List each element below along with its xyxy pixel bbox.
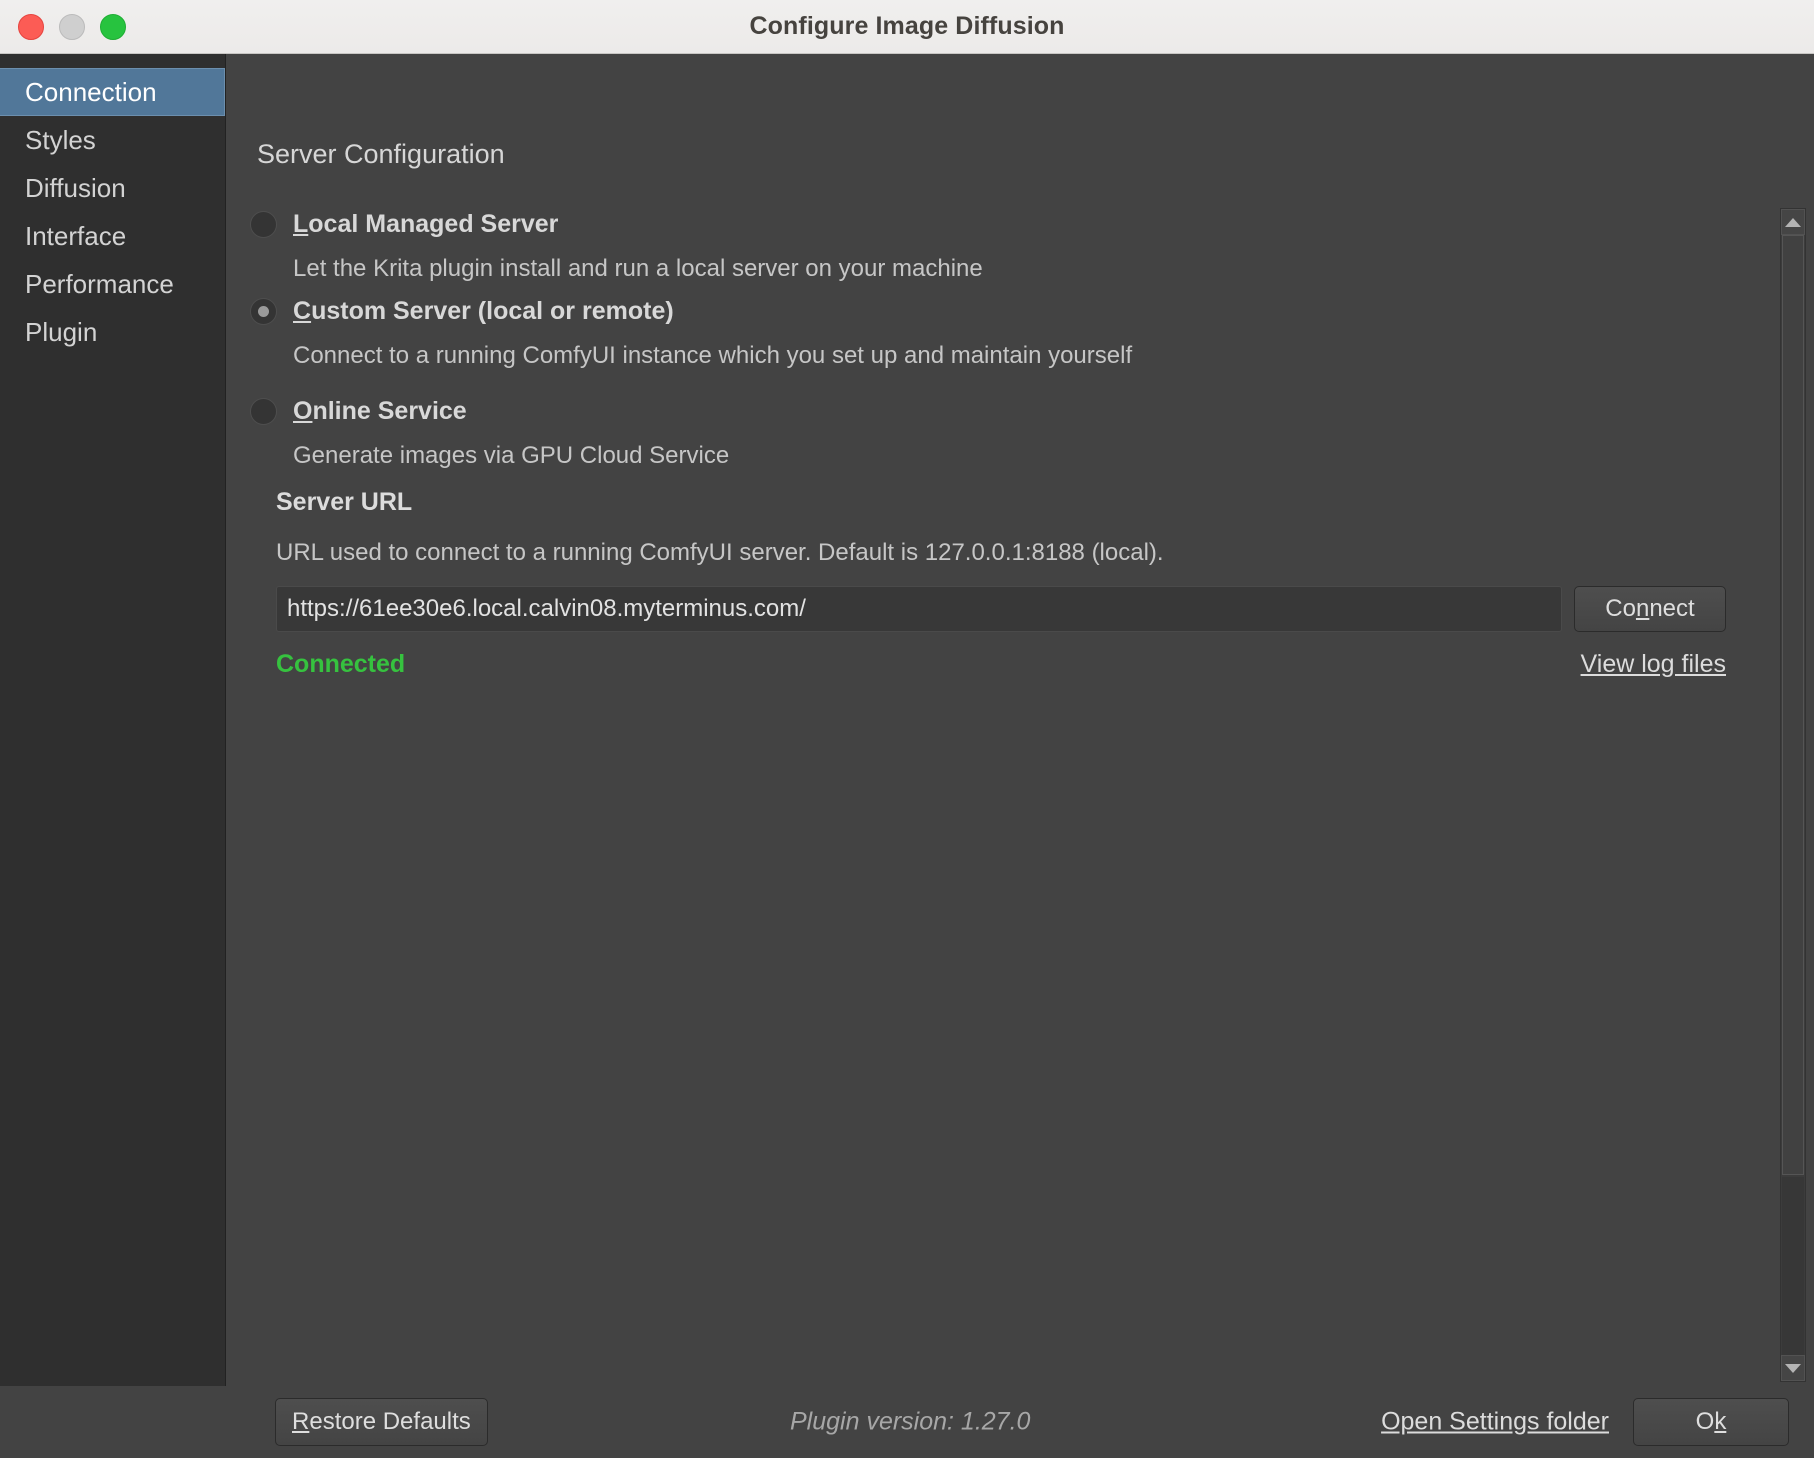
sidebar-item-diffusion[interactable]: Diffusion [0,164,225,212]
option-custom-server[interactable]: Custom Server (local or remote) Connect … [250,297,1132,370]
page-title: Server Configuration [257,139,505,169]
mnemonic-letter: k [1714,1408,1727,1435]
restore-defaults-button[interactable]: Restore Defaults [275,1398,488,1446]
option-label-rest: nline Service [312,397,467,425]
sidebar-item-plugin[interactable]: Plugin [0,308,225,356]
radio-local-managed-server[interactable] [250,211,277,238]
plugin-version-label: Plugin version: 1.27.0 [790,1407,1031,1436]
server-url-row: Connect [276,586,1726,632]
server-url-input[interactable] [276,586,1562,632]
radio-custom-server[interactable] [250,298,277,325]
vertical-scrollbar[interactable] [1780,208,1806,1382]
option-local-managed-server[interactable]: Local Managed Server Let the Krita plugi… [250,210,983,283]
view-log-files-link[interactable]: View log files [1581,650,1726,679]
configure-image-diffusion-window: Configure Image Diffusion Connection Sty… [0,0,1814,1458]
option-label-rest: ustom Server (local or remote) [311,297,674,325]
sidebar-item-performance[interactable]: Performance [0,260,225,308]
dialog-footer: Restore Defaults Plugin version: 1.27.0 … [0,1386,1814,1458]
status-badge: Connected [276,650,406,678]
scroll-up-button[interactable] [1781,209,1805,235]
scrollbar-groove[interactable] [1782,1177,1804,1355]
scroll-down-button[interactable] [1781,1355,1805,1381]
settings-scroll-area: Local Managed Server Let the Krita plugi… [250,188,1754,1210]
sidebar-item-interface[interactable]: Interface [0,212,225,260]
connect-label-suffix: nect [1649,595,1695,622]
server-url-section: Server URL URL used to connect to a runn… [276,488,1726,679]
option-online-service[interactable]: Online Service Generate images via GPU C… [250,397,729,470]
option-description-online-service: Generate images via GPU Cloud Service [293,442,730,469]
server-url-heading: Server URL [276,488,413,516]
option-description-custom-server: Connect to a running ComfyUI instance wh… [293,342,1133,369]
window-content: Connection Styles Diffusion Interface Pe… [0,54,1814,1458]
settings-sidebar: Connection Styles Diffusion Interface Pe… [0,54,226,1386]
scrollbar-thumb[interactable] [1782,235,1804,1175]
option-label-rest: ocal Managed Server [308,210,559,238]
server-url-help-text: URL used to connect to a running ComfyUI… [276,539,1164,566]
option-label-local-managed-server: Local Managed Server [293,210,558,239]
ok-button[interactable]: Ok [1633,1398,1789,1446]
mnemonic-letter: R [292,1408,310,1435]
sidebar-item-styles[interactable]: Styles [0,116,225,164]
option-label-custom-server: Custom Server (local or remote) [293,297,674,326]
settings-main-panel: Server Configuration Local Managed Serve… [226,54,1814,1458]
restore-label-suffix: estore Defaults [309,1408,471,1435]
window-title: Configure Image Diffusion [749,12,1065,40]
option-label-online-service: Online Service [293,397,467,426]
mnemonic-letter: O [293,397,313,425]
mnemonic-letter: n [1635,595,1650,622]
mnemonic-letter: L [293,210,309,238]
window-titlebar: Configure Image Diffusion [0,0,1814,54]
chevron-down-icon [1785,1363,1801,1373]
connection-status-row: Connected View log files [276,650,1726,679]
option-description-local-managed-server: Let the Krita plugin install and run a l… [293,255,983,282]
open-settings-folder-link[interactable]: Open Settings folder [1381,1408,1609,1437]
mnemonic-letter: C [293,297,312,325]
connect-label-prefix: Co [1605,595,1636,622]
ok-label-prefix: O [1695,1408,1715,1435]
chevron-up-icon [1785,217,1801,227]
radio-online-service[interactable] [250,398,277,425]
sidebar-item-connection[interactable]: Connection [0,68,225,116]
connect-button[interactable]: Connect [1574,586,1726,632]
